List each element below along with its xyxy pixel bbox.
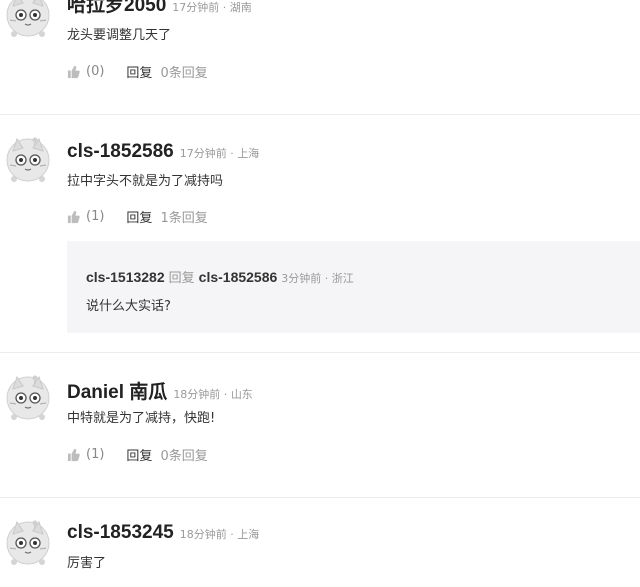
meta-separator: · — [321, 272, 332, 285]
thumbs-up-icon[interactable] — [67, 65, 81, 79]
comment-location: 山东 — [230, 388, 253, 401]
cat-avatar-icon[interactable] — [4, 135, 52, 183]
comment-time: 17分钟前 — [172, 1, 220, 14]
comment-location: 上海 — [237, 528, 260, 541]
reply-count-link[interactable]: 1条回复 — [160, 207, 207, 226]
comment-content: 中特就是为了减持，快跑! — [67, 411, 216, 426]
author-name[interactable]: Daniel 南瓜 — [67, 382, 167, 403]
comment-actions: (1) 回复 0条回复 — [67, 445, 208, 464]
comment-content: 厉害了 — [67, 556, 107, 571]
meta-separator: · — [226, 528, 238, 541]
cat-avatar-icon[interactable] — [4, 518, 52, 566]
comment-time: 17分钟前 — [179, 147, 227, 160]
reply-button[interactable]: 回复 — [126, 62, 152, 81]
comment-location: 上海 — [237, 147, 260, 160]
comment-content: 拉中字头不就是为了减持吗 — [67, 174, 224, 189]
author-name[interactable]: 哈拉罗2050 — [67, 0, 166, 16]
thumbs-up-icon[interactable] — [67, 210, 81, 224]
comment-author-line: 哈拉罗2050 17分钟前 · 湖南 — [67, 0, 252, 17]
author-name[interactable]: cls-1852586 — [67, 141, 174, 162]
comment-meta: 17分钟前 · 上海 — [180, 147, 260, 160]
comment-time: 18分钟前 — [173, 388, 221, 401]
reply-button[interactable]: 回复 — [126, 445, 152, 464]
reply-time: 3分钟前 — [281, 272, 322, 285]
comment-author-line: cls-1852586 17分钟前 · 上海 — [67, 141, 259, 163]
comment-item: 哈拉罗2050 17分钟前 · 湖南 龙头要调整几天了 (0) 回复 0条回复 — [0, 0, 640, 114]
comment-time: 18分钟前 — [179, 528, 227, 541]
comment-meta: 18分钟前 · 上海 — [180, 528, 260, 541]
reply-count-link[interactable]: 0条回复 — [160, 62, 207, 81]
reply-header: cls-1513282 回复 cls-1852586 3分钟前 · 浙江 — [86, 267, 354, 286]
meta-separator: · — [219, 1, 230, 14]
comment-meta: 18分钟前 · 山东 — [173, 388, 253, 401]
reply-meta: 3分钟前 · 浙江 — [281, 272, 354, 285]
comment-item: cls-1852586 17分钟前 · 上海 拉中字头不就是为了减持吗 (1) 回… — [0, 115, 640, 352]
author-name[interactable]: cls-1853245 — [67, 522, 174, 543]
comment-item: cls-1853245 18分钟前 · 上海 厉害了 — [0, 498, 640, 587]
thumbs-up-icon[interactable] — [67, 448, 81, 462]
comment-item: Daniel 南瓜 18分钟前 · 山东 中特就是为了减持，快跑! (1) 回复 … — [0, 353, 640, 497]
reply-box: cls-1513282 回复 cls-1852586 3分钟前 · 浙江 说什么大实话… — [67, 241, 640, 333]
reply-verb: 回复 — [168, 271, 195, 286]
comment-author-line: cls-1853245 18分钟前 · 上海 — [67, 522, 259, 544]
meta-separator: · — [226, 147, 238, 160]
meta-separator: · — [220, 388, 231, 401]
cat-avatar-icon[interactable] — [4, 0, 52, 38]
reply-target[interactable]: cls-1852586 — [199, 269, 278, 285]
like-count: (0) — [86, 64, 105, 79]
comment-content: 龙头要调整几天了 — [67, 28, 172, 43]
like-count: (1) — [86, 209, 105, 224]
cat-avatar-icon[interactable] — [4, 373, 52, 421]
reply-author[interactable]: cls-1513282 — [86, 269, 165, 285]
comment-meta: 17分钟前 · 湖南 — [172, 1, 252, 14]
comment-actions: (0) 回复 0条回复 — [67, 62, 208, 81]
like-count: (1) — [86, 447, 105, 462]
reply-button[interactable]: 回复 — [126, 207, 152, 226]
reply-count-link[interactable]: 0条回复 — [160, 445, 207, 464]
reply-content: 说什么大实话? — [86, 299, 171, 314]
comment-location: 湖南 — [229, 1, 252, 14]
comment-actions: (1) 回复 1条回复 — [67, 207, 208, 226]
reply-location: 浙江 — [331, 272, 354, 285]
comment-author-line: Daniel 南瓜 18分钟前 · 山东 — [67, 377, 253, 404]
